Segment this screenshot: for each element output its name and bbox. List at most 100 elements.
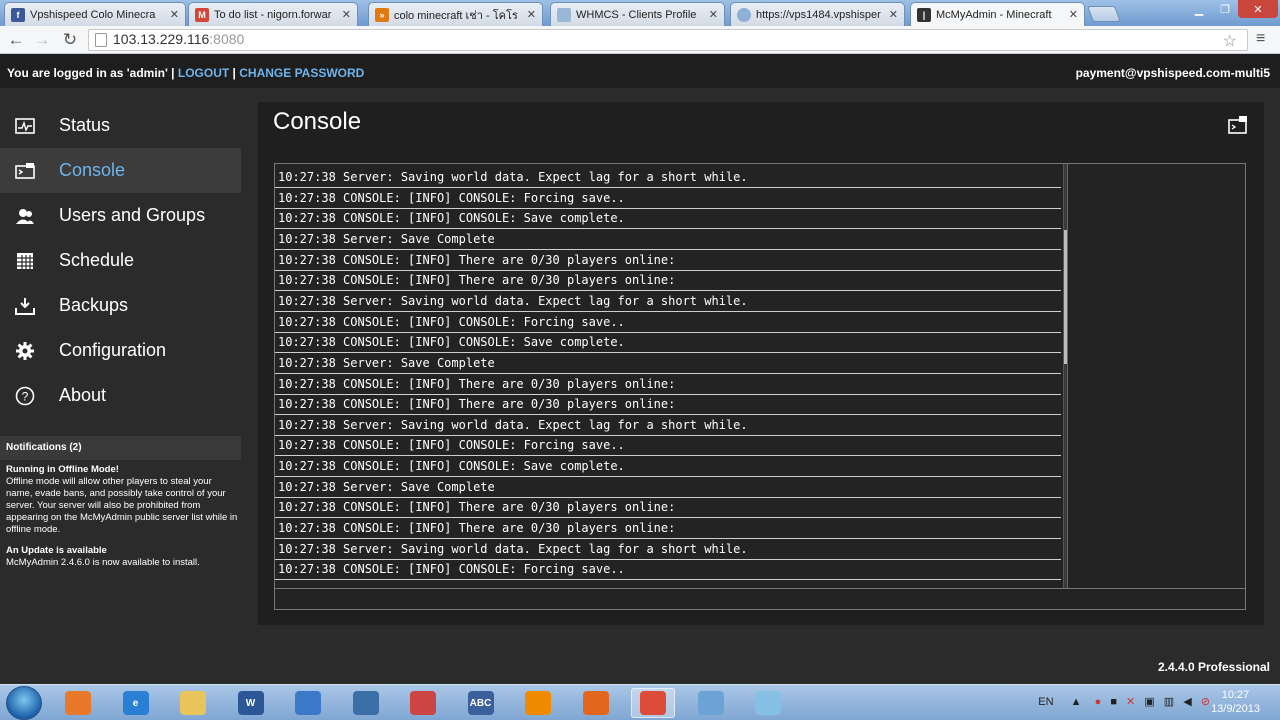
sidebar-item-label: Schedule — [59, 250, 135, 270]
sidebar-item-users[interactable]: Users and Groups — [0, 193, 241, 238]
notification-body: Offline mode will allow other players to… — [6, 476, 238, 535]
tab-label: To do list - nigorn.forwar — [214, 8, 332, 21]
sidebar-item-status[interactable]: Status — [0, 103, 241, 148]
sidebar-item-configuration[interactable]: Configuration — [0, 328, 241, 373]
sidebar-item-label: Backups — [59, 295, 129, 315]
volume-icon[interactable]: ◀ — [1183, 696, 1191, 708]
firefox-icon-glyph — [582, 691, 609, 715]
help-icon: ? — [14, 385, 36, 407]
tray-expand-icon[interactable]: ▲ — [1071, 696, 1082, 708]
explorer-icon[interactable] — [171, 688, 215, 718]
notification-title: An Update is available — [6, 545, 107, 556]
sidebar-item-console[interactable]: Console — [0, 148, 241, 193]
firefox-icon[interactable] — [574, 688, 618, 718]
browser-tab-bar: f Vpshispeed Colo Minecra ✕ M To do list… — [0, 0, 1280, 26]
site-icon: » — [375, 7, 389, 22]
close-icon[interactable]: ✕ — [889, 8, 898, 21]
sidebar-item-backups[interactable]: Backups — [0, 283, 241, 328]
login-status: You are logged in as 'admin' | LOGOUT | … — [7, 66, 364, 80]
shield-icon[interactable] — [286, 688, 330, 718]
forward-arrow-icon[interactable]: → — [32, 30, 52, 50]
sidebar-item-label: Configuration — [59, 340, 167, 360]
console-log-line: 10:27:38 Server: Save Complete — [275, 230, 1061, 250]
browser-tab[interactable]: WHMCS - Clients Profile ✕ — [550, 2, 725, 26]
tray-app-icon[interactable]: ■ — [1110, 696, 1117, 708]
logout-link[interactable]: LOGOUT — [178, 66, 229, 80]
close-icon[interactable]: ✕ — [709, 8, 718, 21]
console-log-list[interactable]: 10:27:38 Server: Saving world data. Expe… — [275, 164, 1063, 588]
app-icon-glyph — [410, 691, 436, 715]
popout-icon[interactable] — [1228, 116, 1248, 134]
status-icon — [14, 115, 36, 137]
browser-tab[interactable]: M To do list - nigorn.forwar ✕ — [188, 2, 358, 26]
tab-label: Vpshispeed Colo Minecra — [30, 8, 156, 21]
close-icon[interactable]: ✕ — [527, 8, 536, 21]
clock-time: 10:27 — [1221, 689, 1250, 701]
gmail-icon: M — [195, 7, 209, 22]
system-tray: EN ▲ ● ■ ✕ ▣ ▥ ◀ ⊘ — [1038, 695, 1210, 708]
media-player-icon[interactable] — [56, 688, 100, 718]
abc-icon[interactable]: ABC — [459, 688, 503, 718]
back-arrow-icon[interactable]: ← — [6, 30, 26, 50]
sidebar-item-schedule[interactable]: Schedule — [0, 238, 241, 283]
console-log-line: 10:27:38 CONSOLE: [INFO] CONSOLE: Forcin… — [275, 313, 1061, 333]
facebook-icon: f — [11, 7, 25, 22]
svg-text:?: ? — [22, 389, 29, 403]
minimize-button[interactable]: ▁ — [1186, 0, 1212, 18]
url-input[interactable]: 103.13.229.116:8080 ☆ — [88, 29, 1248, 51]
taskbar: e W ABC EN ▲ ● ■ ✕ ▣ ▥ ◀ ⊘ 10:27 13/9/2013 — [0, 684, 1280, 720]
maximize-button[interactable]: ❐ — [1212, 0, 1238, 18]
notification-offline-mode: Running in Offline Mode! Offline mode wi… — [6, 464, 238, 536]
chrome-icon[interactable] — [631, 688, 675, 718]
reload-icon[interactable]: ↻ — [60, 30, 80, 50]
new-tab-button[interactable] — [1087, 6, 1121, 22]
schedule-icon — [14, 250, 36, 272]
menu-icon[interactable]: ≡ — [1256, 30, 1272, 48]
console-icon — [14, 160, 36, 182]
browser-tab-active[interactable]: | McMyAdmin - Minecraft ✕ — [910, 2, 1085, 26]
users-icon — [14, 205, 36, 227]
window-close-button[interactable]: ✕ — [1238, 0, 1278, 18]
console-log-line: 10:27:38 Server: Save Complete — [275, 354, 1061, 374]
console-command-input[interactable] — [275, 588, 1245, 609]
word-icon[interactable]: W — [229, 688, 273, 718]
console-log-line: 10:27:38 CONSOLE: [INFO] CONSOLE: Save c… — [275, 209, 1061, 230]
python-icon[interactable] — [344, 688, 388, 718]
vlc-icon[interactable] — [516, 688, 560, 718]
tray-app-icon[interactable]: ▣ — [1144, 696, 1154, 708]
console-panel: Console 10:27:38 Server: Saving world da… — [258, 102, 1264, 625]
page-icon — [95, 33, 107, 47]
sidebar: Status Console Users and Groups Schedule… — [0, 88, 241, 653]
security-icon[interactable]: ⊘ — [1201, 696, 1210, 708]
change-password-link[interactable]: CHANGE PASSWORD — [239, 66, 364, 80]
app-icon[interactable] — [401, 688, 445, 718]
network-status-icon[interactable]: ▥ — [1164, 696, 1174, 708]
language-indicator[interactable]: EN — [1038, 696, 1053, 708]
close-icon[interactable]: ✕ — [1069, 8, 1078, 21]
player-list-panel — [1067, 164, 1245, 588]
console-log-line: 10:27:38 Server: Saving world data. Expe… — [275, 416, 1061, 436]
tray-app-icon[interactable]: ✕ — [1126, 696, 1135, 708]
sidebar-item-about[interactable]: ? About — [0, 373, 241, 418]
browser-tab[interactable]: https://vps1484.vpshisper ✕ — [730, 2, 905, 26]
window-icon[interactable] — [746, 688, 790, 718]
network-icon[interactable] — [689, 688, 733, 718]
network-icon-glyph — [697, 691, 724, 715]
sidebar-item-label: Status — [59, 115, 111, 135]
globe-icon — [737, 7, 751, 22]
abc-icon-glyph: ABC — [467, 691, 494, 715]
tab-label: colo minecraft เช่า - โคโร — [394, 9, 518, 22]
start-button[interactable] — [6, 686, 42, 720]
close-icon[interactable]: ✕ — [170, 8, 179, 21]
browser-tab[interactable]: » colo minecraft เช่า - โคโร ✕ — [368, 2, 543, 26]
console-log-line: 10:27:38 Server: Saving world data. Expe… — [275, 540, 1061, 560]
browser-tab[interactable]: f Vpshispeed Colo Minecra ✕ — [4, 2, 186, 26]
tab-label: WHMCS - Clients Profile — [576, 8, 697, 21]
close-icon[interactable]: ✕ — [342, 8, 351, 21]
bookmark-star-icon[interactable]: ☆ — [1223, 31, 1237, 51]
media-player-icon-glyph — [65, 691, 91, 715]
backups-icon — [14, 295, 36, 317]
tray-app-icon[interactable]: ● — [1095, 696, 1102, 708]
ie-icon[interactable]: e — [114, 688, 158, 718]
clock[interactable]: 10:27 13/9/2013 — [1211, 688, 1260, 716]
